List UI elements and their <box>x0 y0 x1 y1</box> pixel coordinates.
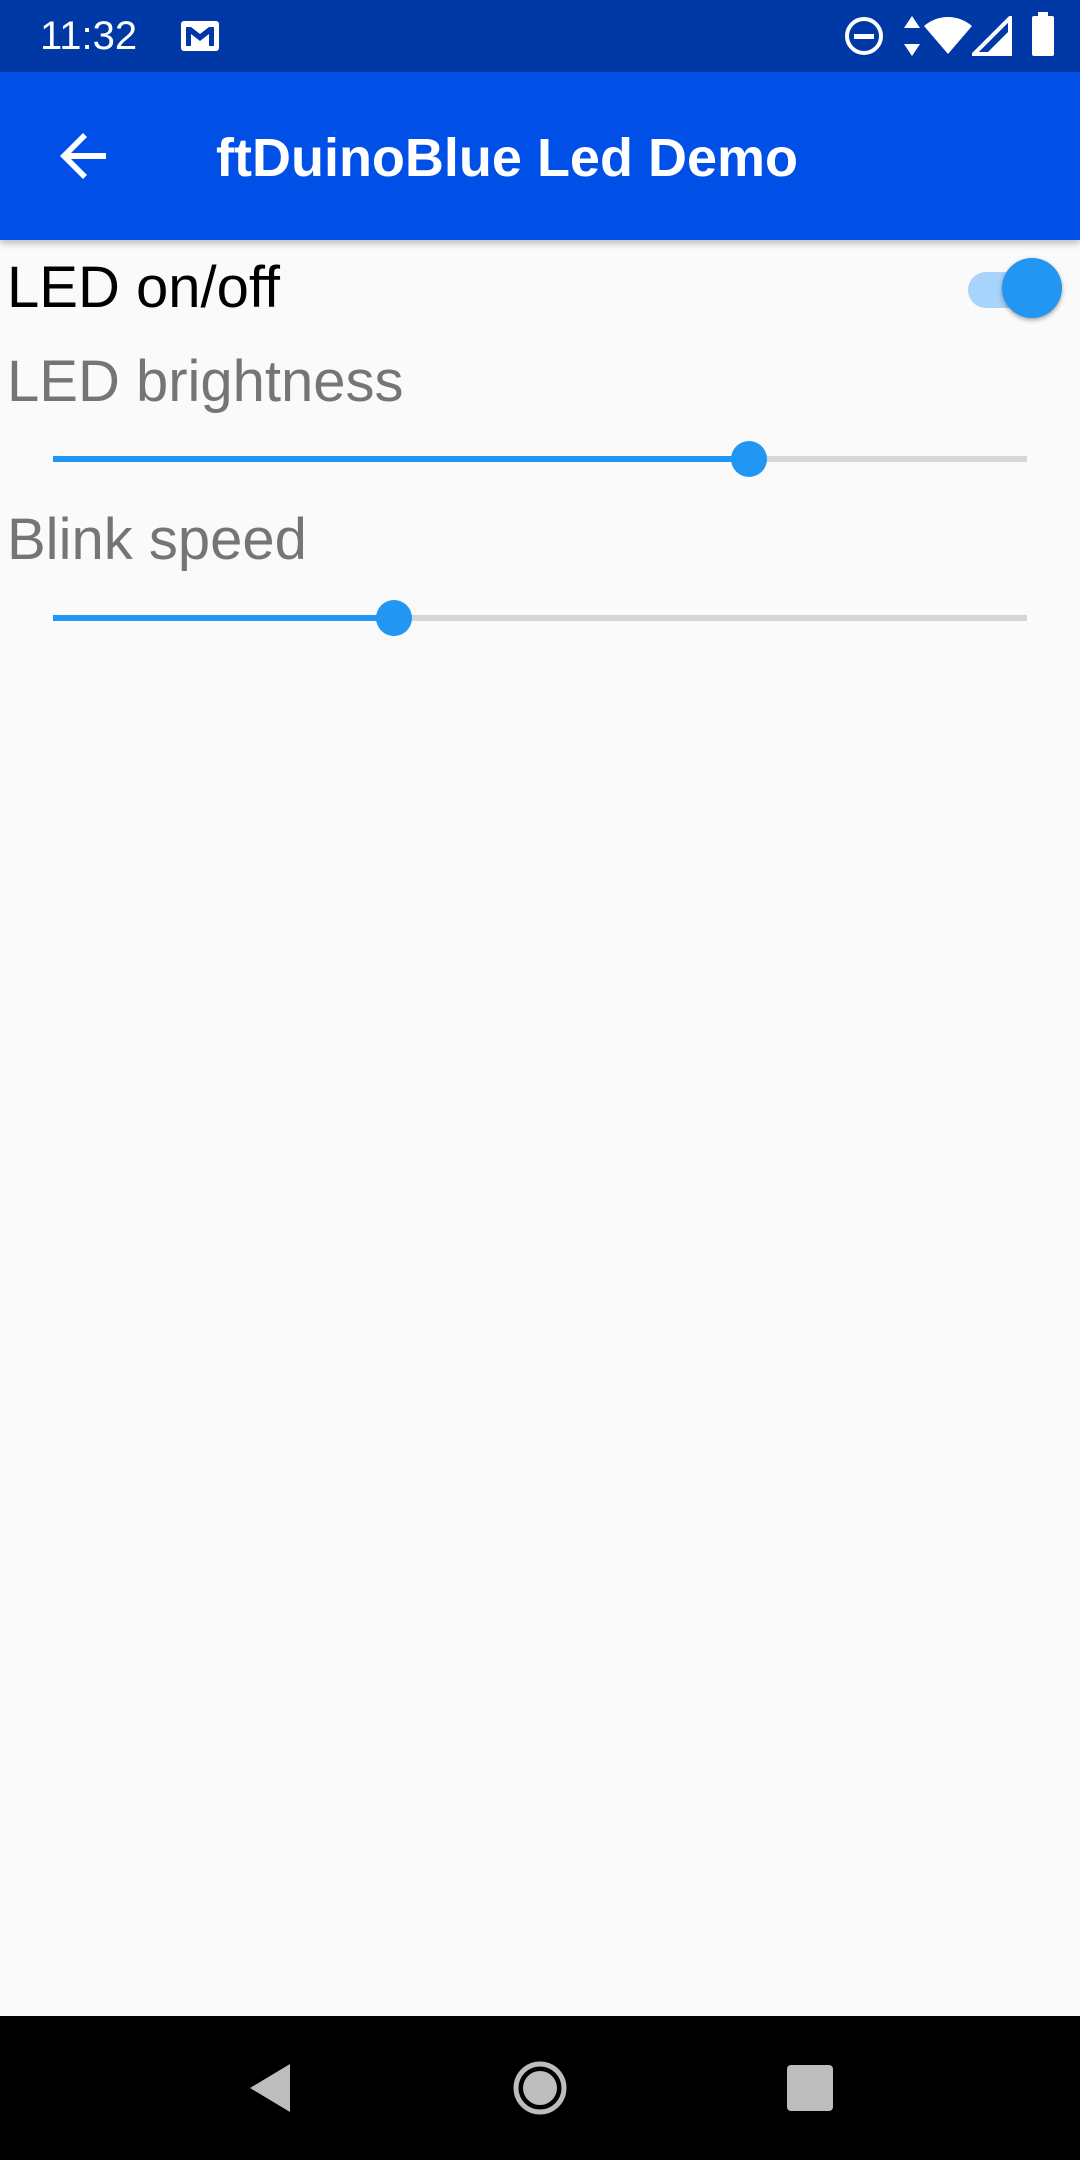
nav-recents-icon <box>787 2065 833 2111</box>
brightness-slider[interactable] <box>53 435 1027 483</box>
battery-icon <box>1032 12 1054 56</box>
gmail-icon <box>181 21 219 51</box>
back-button[interactable] <box>40 112 128 200</box>
do-not-disturb-icon <box>845 17 883 55</box>
switch-thumb[interactable] <box>1002 258 1062 318</box>
arrow-back-icon <box>60 133 106 179</box>
brightness-label: LED brightness <box>7 349 404 414</box>
nav-recents-button[interactable] <box>770 2048 850 2128</box>
data-arrows-icon <box>904 16 920 56</box>
screen: 11:32 ftDuinoBlue Led Demo LED on/off LE… <box>0 0 1080 2160</box>
status-bar: 11:32 <box>0 0 1080 72</box>
blink-speed-label: Blink speed <box>7 507 307 572</box>
nav-home-icon <box>513 2061 567 2115</box>
slider-thumb[interactable] <box>731 441 767 477</box>
status-time: 11:32 <box>40 14 138 58</box>
nav-bar <box>0 2016 1080 2160</box>
wifi-icon <box>924 17 972 54</box>
cell-signal-icon <box>972 16 1012 56</box>
app-bar: ftDuinoBlue Led Demo <box>0 72 1080 240</box>
led-switch-label: LED on/off <box>7 255 281 320</box>
led-switch[interactable] <box>966 256 1066 320</box>
slider-fill <box>53 456 749 462</box>
nav-home-button[interactable] <box>500 2048 580 2128</box>
nav-back-button[interactable] <box>232 2048 312 2128</box>
blink-speed-slider[interactable] <box>53 594 1027 642</box>
slider-fill <box>53 615 394 621</box>
page-title: ftDuinoBlue Led Demo <box>216 128 798 188</box>
nav-back-icon <box>250 2064 290 2112</box>
slider-thumb[interactable] <box>376 600 412 636</box>
